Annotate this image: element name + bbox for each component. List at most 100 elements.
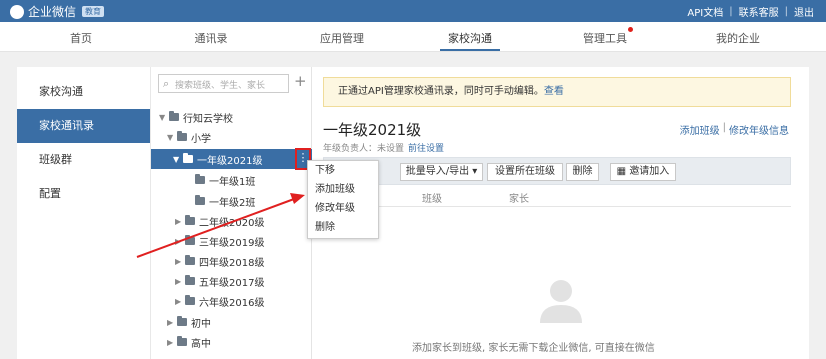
tree-node-label: 五年级2017级: [199, 277, 265, 289]
sidebar-item-config[interactable]: 配置: [17, 177, 150, 211]
menu-item-add-class[interactable]: 添加班级: [308, 180, 378, 199]
folder-icon: [185, 295, 195, 305]
main-nav: 首页 通讯录 应用管理 家校沟通 管理工具 我的企业: [0, 22, 826, 52]
set-class-button[interactable]: 设置所在班级: [487, 163, 563, 181]
notice-view-link[interactable]: 查看: [544, 86, 564, 97]
tab-home-school[interactable]: 家校沟通: [448, 30, 492, 46]
collapse-icon[interactable]: ▼: [167, 133, 177, 142]
tree-node-label: 一年级2021级: [197, 155, 263, 167]
tree-node-grade-2016[interactable]: ▶ 六年级2016级: [175, 291, 264, 311]
grade-actions: 添加班级 | 修改年级信息: [680, 122, 789, 137]
edit-grade-link[interactable]: 修改年级信息: [729, 122, 789, 137]
collapse-icon[interactable]: ▼: [173, 155, 183, 164]
tree-node-label: 六年级2016级: [199, 297, 265, 309]
invite-icon: ▦: [616, 166, 627, 177]
folder-icon: [195, 195, 205, 205]
folder-icon: [177, 316, 187, 326]
folder-icon: [177, 131, 187, 141]
context-menu: 下移 添加班级 修改年级 删除: [307, 160, 379, 239]
expand-icon[interactable]: ▶: [175, 257, 185, 266]
tree-node-grade-2018[interactable]: ▶ 四年级2018级: [175, 251, 264, 271]
tab-my-enterprise[interactable]: 我的企业: [716, 30, 760, 46]
folder-icon: [185, 215, 195, 225]
tree-node-label: 初中: [191, 318, 211, 330]
sidebar-item-class-groups[interactable]: 班级群: [17, 143, 150, 177]
org-tree: ⌕ 搜索班级、学生、家长 + ▼ 行知云学校 ▼ 小学 ▼ 一年级2021级 一年级1…: [151, 67, 312, 359]
add-node-button[interactable]: +: [294, 72, 307, 90]
divider: |: [729, 6, 733, 17]
owner-settings-link[interactable]: 前往设置: [408, 141, 444, 154]
page-title: 一年级2021级: [323, 121, 422, 139]
expand-icon[interactable]: ▶: [175, 297, 185, 306]
search-icon: ⌕: [163, 77, 170, 90]
folder-icon: [195, 174, 205, 184]
tree-node-class-2[interactable]: 一年级2班: [195, 191, 255, 211]
tree-node-grade-2017[interactable]: ▶ 五年级2017级: [175, 271, 264, 291]
search-placeholder: 搜索班级、学生、家长: [175, 81, 266, 91]
expand-icon[interactable]: ▶: [175, 237, 185, 246]
expand-icon[interactable]: ▶: [175, 277, 185, 286]
expand-icon[interactable]: ▶: [167, 318, 177, 327]
tree-node-label: 高中: [191, 338, 211, 350]
tree-node-grade-2020[interactable]: ▶ 二年级2020级: [175, 211, 264, 231]
tree-node-grade-2019[interactable]: ▶ 三年级2019级: [175, 231, 264, 251]
tree-node-class-1[interactable]: 一年级1班: [195, 170, 255, 190]
top-bar: 企业微信 教育 API文档 | 联系客服 | 退出: [0, 0, 826, 22]
sidebar-item-home-school[interactable]: 家校沟通: [17, 75, 150, 109]
logo[interactable]: 企业微信 教育: [10, 3, 105, 20]
api-docs-link[interactable]: API文档: [687, 4, 723, 19]
tab-tools[interactable]: 管理工具: [583, 30, 627, 46]
tree-node-label: 小学: [191, 133, 211, 145]
sidebar: 家校沟通 家校通讯录 班级群 配置: [17, 67, 151, 359]
tree-node-grade-2021[interactable]: ▼ 一年级2021级: [151, 149, 312, 169]
tree-node-primary[interactable]: ▼ 小学: [167, 127, 211, 147]
add-class-link[interactable]: 添加班级: [680, 122, 720, 137]
menu-item-edit-grade[interactable]: 修改年级: [308, 199, 378, 218]
member-toolbar: 批量导入/导出 ▾ 设置所在班级 删除 ▦ 邀请加入: [323, 157, 791, 185]
active-tab-indicator: [440, 49, 500, 51]
folder-icon: [177, 336, 187, 346]
sidebar-item-directory[interactable]: 家校通讯录: [17, 109, 150, 143]
main-panel: 正通过API管理家校通讯录，同时可手动编辑。查看 一年级2021级 添加班级 |…: [312, 67, 809, 359]
folder-icon: [183, 153, 193, 163]
logout-link[interactable]: 退出: [794, 4, 814, 19]
tab-contacts[interactable]: 通讯录: [195, 30, 228, 46]
menu-item-move-down[interactable]: 下移: [308, 161, 378, 180]
delete-button[interactable]: 删除: [566, 163, 599, 181]
invite-button[interactable]: ▦ 邀请加入: [610, 163, 676, 181]
grade-owner: 年级负责人：未设置 前往设置: [323, 141, 444, 154]
tree-node-label: 一年级1班: [209, 176, 256, 188]
tree-node-high-school[interactable]: ▶ 高中: [167, 332, 211, 352]
tree-node-label: 三年级2019级: [199, 237, 265, 249]
top-links: API文档 | 联系客服 | 退出: [687, 4, 814, 19]
tree-node-school[interactable]: ▼ 行知云学校: [159, 107, 233, 127]
folder-icon: [169, 111, 179, 121]
collapse-icon[interactable]: ▼: [159, 113, 169, 122]
notice-text: 正通过API管理家校通讯录，同时可手动编辑。: [338, 86, 544, 97]
notification-dot: [628, 27, 633, 32]
table-header: 班级 家长: [323, 185, 791, 207]
support-link[interactable]: 联系客服: [739, 4, 779, 19]
api-notice: 正通过API管理家校通讯录，同时可手动编辑。查看: [323, 77, 791, 107]
tree-node-label: 二年级2020级: [199, 217, 265, 229]
tab-apps[interactable]: 应用管理: [320, 30, 364, 46]
expand-icon[interactable]: ▶: [175, 217, 185, 226]
tab-home[interactable]: 首页: [70, 30, 92, 46]
folder-icon: [185, 255, 195, 265]
edition-badge: 教育: [82, 6, 105, 17]
owner-label: 年级负责人：未设置: [323, 144, 405, 154]
dropdown-caret-icon: ▾: [472, 166, 478, 177]
menu-item-delete[interactable]: 删除: [308, 218, 378, 237]
import-export-button[interactable]: 批量导入/导出 ▾: [400, 163, 483, 181]
search-input[interactable]: ⌕ 搜索班级、学生、家长: [158, 74, 289, 93]
divider: |: [784, 6, 788, 17]
button-label: 邀请加入: [629, 166, 670, 177]
tree-node-label: 四年级2018级: [199, 257, 265, 269]
button-label: 批量导入/导出: [405, 166, 470, 177]
folder-icon: [185, 235, 195, 245]
expand-icon[interactable]: ▶: [167, 338, 177, 347]
column-header-class: 班级: [422, 194, 442, 205]
tree-node-middle-school[interactable]: ▶ 初中: [167, 312, 211, 332]
app-window: 企业微信 教育 API文档 | 联系客服 | 退出 首页 通讯录 应用管理 家校…: [0, 0, 826, 359]
wecom-logo-icon: [10, 4, 24, 19]
